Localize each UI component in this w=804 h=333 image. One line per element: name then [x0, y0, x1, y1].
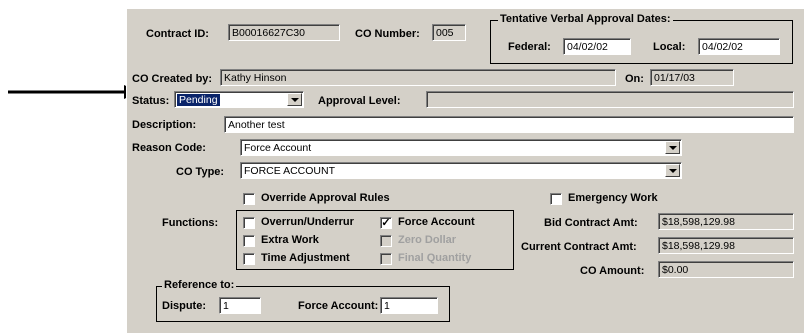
description-input[interactable]: Another test	[224, 116, 794, 133]
extra-work-label: Extra Work	[261, 234, 319, 246]
co-type-label: CO Type:	[176, 166, 225, 178]
zero-dollar-checkbox	[380, 235, 392, 247]
approval-level-field	[426, 91, 794, 108]
status-label: Status:	[132, 95, 170, 107]
override-approval-label: Override Approval Rules	[261, 192, 390, 204]
reference-title: Reference to:	[162, 279, 237, 291]
final-quantity-label: Final Quantity	[398, 252, 472, 264]
force-account-ref-label: Force Account:	[298, 300, 379, 312]
co-amount-field: $0.00	[658, 261, 794, 278]
zero-dollar-label: Zero Dollar	[398, 234, 457, 246]
force-account-label: Force Account	[398, 216, 475, 228]
federal-date-field[interactable]: 04/02/02	[563, 38, 631, 55]
dispute-input[interactable]: 1	[219, 297, 261, 314]
description-label: Description:	[132, 119, 197, 131]
functions-label: Functions:	[162, 217, 219, 229]
created-by-label: CO Created by:	[132, 73, 213, 85]
checkmark-icon: ✓	[381, 217, 391, 229]
co-type-dropdown[interactable]: FORCE ACCOUNT	[240, 162, 682, 179]
chevron-down-icon[interactable]	[665, 141, 680, 154]
bid-contract-amt-label: Bid Contract Amt:	[544, 217, 638, 229]
arrow-right-icon	[8, 85, 139, 99]
status-value: Pending	[177, 94, 220, 106]
co-amount-label: CO Amount:	[580, 265, 645, 277]
bid-contract-amt-field: $18,598,129.98	[658, 213, 794, 230]
overrun-underrun-checkbox[interactable]	[243, 217, 255, 229]
reason-code-dropdown[interactable]: Force Account	[240, 139, 682, 156]
time-adjustment-checkbox[interactable]	[243, 253, 255, 265]
force-account-ref-input[interactable]: 1	[380, 297, 438, 314]
reason-code-label: Reason Code:	[132, 142, 206, 154]
co-number-field: 005	[432, 24, 466, 41]
time-adjustment-label: Time Adjustment	[261, 252, 350, 264]
contract-id-label: Contract ID:	[146, 28, 209, 40]
contract-id-field: B00016627C30	[228, 24, 340, 41]
final-quantity-checkbox	[380, 253, 392, 265]
created-on-field: 01/17/03	[650, 69, 734, 86]
local-date-field[interactable]: 04/02/02	[698, 38, 780, 55]
approval-level-label: Approval Level:	[318, 95, 401, 107]
chevron-down-icon[interactable]	[287, 93, 302, 106]
local-label: Local:	[653, 41, 686, 53]
federal-label: Federal:	[508, 41, 551, 53]
force-account-checkbox[interactable]: ✓	[380, 217, 392, 229]
created-on-label: On:	[625, 73, 644, 85]
tentative-dates-title: Tentative Verbal Approval Dates:	[498, 13, 673, 25]
current-contract-amt-label: Current Contract Amt:	[521, 241, 637, 253]
dispute-label: Dispute:	[162, 300, 206, 312]
co-number-label: CO Number:	[355, 28, 420, 40]
created-by-field: Kathy Hinson	[220, 69, 616, 86]
current-contract-amt-field: $18,598,129.98	[658, 237, 794, 254]
override-approval-checkbox[interactable]	[243, 193, 255, 205]
emergency-work-label: Emergency Work	[568, 192, 658, 204]
chevron-down-icon[interactable]	[665, 164, 680, 177]
overrun-underrun-label: Overrun/Underrur	[261, 216, 354, 228]
extra-work-checkbox[interactable]	[243, 235, 255, 247]
status-dropdown[interactable]: Pending	[174, 91, 304, 108]
emergency-work-checkbox[interactable]	[550, 193, 562, 205]
